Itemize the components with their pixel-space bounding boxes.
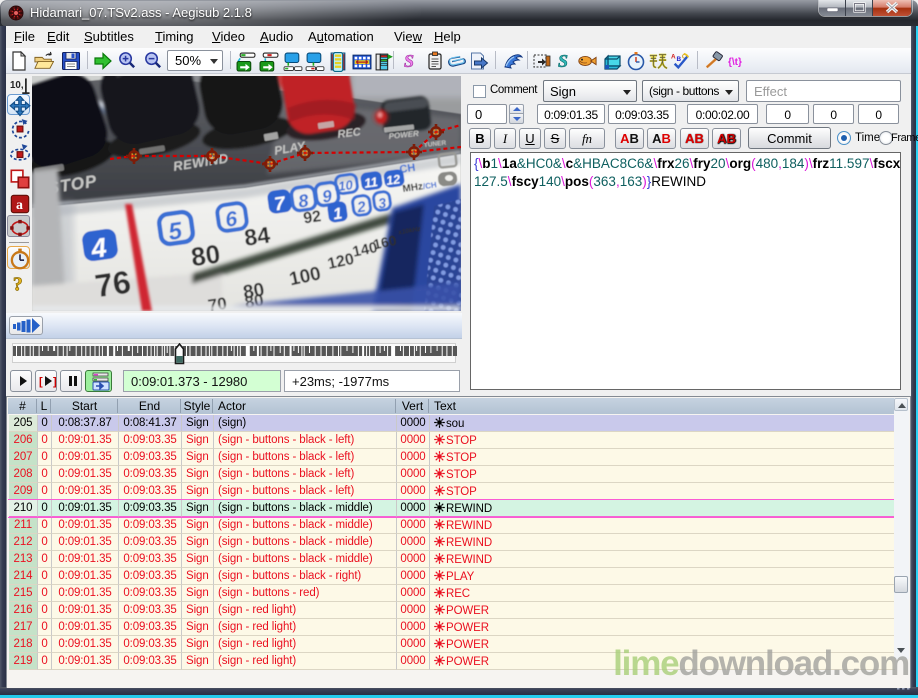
svg-text:A: A (671, 53, 676, 60)
svg-text:92: 92 (302, 208, 322, 227)
svg-text:84: 84 (243, 221, 272, 250)
svg-text:{\t}: {\t} (728, 57, 742, 68)
svg-text:[: [ (39, 376, 43, 388)
svg-text:?: ? (13, 274, 23, 294)
svg-text:S: S (558, 51, 568, 71)
svg-text:]: ] (53, 376, 57, 388)
svg-text:a: a (16, 198, 23, 213)
svg-text:CH: CH (399, 162, 416, 176)
svg-text:10,: 10, (10, 80, 24, 91)
svg-text:76: 76 (93, 264, 133, 305)
svg-text:80: 80 (189, 238, 222, 272)
svg-text:10: 10 (337, 177, 354, 194)
svg-text:12: 12 (385, 172, 401, 188)
svg-text:B: B (676, 56, 681, 63)
svg-text:S: S (404, 51, 414, 71)
svg-text:11: 11 (363, 174, 378, 191)
